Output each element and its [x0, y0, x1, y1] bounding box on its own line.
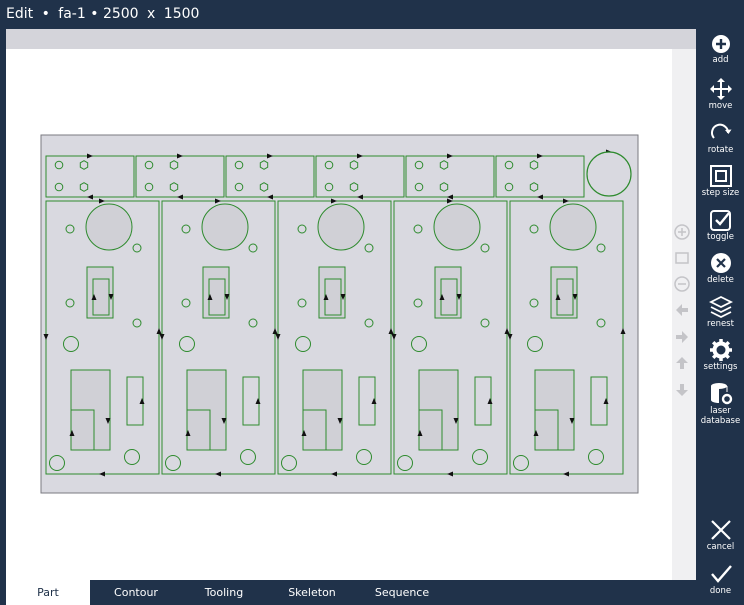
nudge-left-icon[interactable]: [674, 302, 690, 318]
move-label: move: [708, 101, 733, 111]
delete-icon: [710, 253, 731, 273]
layers-icon: [708, 295, 733, 319]
delete-label: delete: [707, 275, 734, 285]
laser-database-label-2: database: [700, 416, 741, 426]
part-drawing: [40, 134, 639, 494]
cancel-button[interactable]: cancel: [697, 518, 744, 552]
rotate-label: rotate: [707, 145, 734, 155]
done-label: done: [709, 586, 732, 596]
title-bar: Edit • fa-1 • 2500 x 1500: [0, 0, 700, 29]
tab-sequence[interactable]: Sequence: [358, 580, 446, 605]
tab-contour[interactable]: Contour: [94, 580, 178, 605]
panel-large-hole: [201, 203, 249, 251]
panel-large-hole: [549, 203, 597, 251]
panel-large-hole: [85, 203, 133, 251]
tab-part[interactable]: Part: [6, 580, 90, 605]
tab-tooling[interactable]: Tooling: [182, 580, 266, 605]
step-size-label: step size: [701, 188, 740, 198]
laser-database-button[interactable]: laser database: [697, 382, 744, 426]
add-icon: [711, 35, 730, 53]
title-times: x: [147, 6, 156, 22]
cancel-label: cancel: [706, 542, 735, 552]
step-size-button[interactable]: step size: [697, 164, 744, 198]
settings-label: settings: [703, 362, 738, 372]
renest-label: renest: [707, 319, 734, 329]
fit-view-icon[interactable]: [674, 250, 690, 266]
rotate-icon: [710, 123, 731, 139]
move-icon: [709, 78, 732, 100]
canvas-top-strip: [6, 29, 696, 49]
title-separator-2: •: [90, 6, 99, 22]
title-mode: Edit: [6, 6, 34, 22]
delete-button[interactable]: delete: [697, 251, 744, 285]
large-hole-top-right[interactable]: [586, 151, 632, 197]
step-size-icon: [709, 165, 732, 187]
title-width: 2500: [102, 6, 139, 22]
close-icon: [710, 520, 731, 540]
toggle-label: toggle: [707, 232, 734, 242]
nudge-down-icon[interactable]: [674, 382, 690, 398]
panel-large-hole: [317, 203, 365, 251]
toggle-button[interactable]: toggle: [697, 208, 744, 242]
panel-large-hole: [433, 203, 481, 251]
add-button[interactable]: add: [697, 33, 744, 65]
tab-bar: Part Contour Tooling Skeleton Sequence: [6, 580, 696, 605]
gear-icon: [709, 339, 732, 361]
check-icon: [710, 565, 732, 583]
database-gear-icon: [710, 383, 732, 405]
done-button[interactable]: done: [697, 562, 744, 596]
title-part-name: fa-1: [58, 6, 86, 22]
rotate-button[interactable]: rotate: [697, 121, 744, 155]
add-label: add: [712, 55, 729, 65]
nudge-up-icon[interactable]: [674, 355, 690, 371]
zoom-in-icon[interactable]: [674, 224, 690, 240]
drawing-canvas[interactable]: [6, 49, 696, 580]
right-toolbar: add move rotate step size toggle delete …: [697, 29, 744, 605]
zoom-out-icon[interactable]: [674, 276, 690, 292]
settings-button[interactable]: settings: [697, 338, 744, 372]
title-separator: •: [41, 6, 50, 22]
laser-database-label-1: laser: [710, 406, 731, 416]
tab-skeleton[interactable]: Skeleton: [270, 580, 354, 605]
nudge-right-icon[interactable]: [674, 329, 690, 345]
renest-button[interactable]: renest: [697, 295, 744, 329]
title-height: 1500: [163, 6, 200, 22]
toggle-icon: [709, 210, 731, 231]
move-button[interactable]: move: [697, 77, 744, 111]
